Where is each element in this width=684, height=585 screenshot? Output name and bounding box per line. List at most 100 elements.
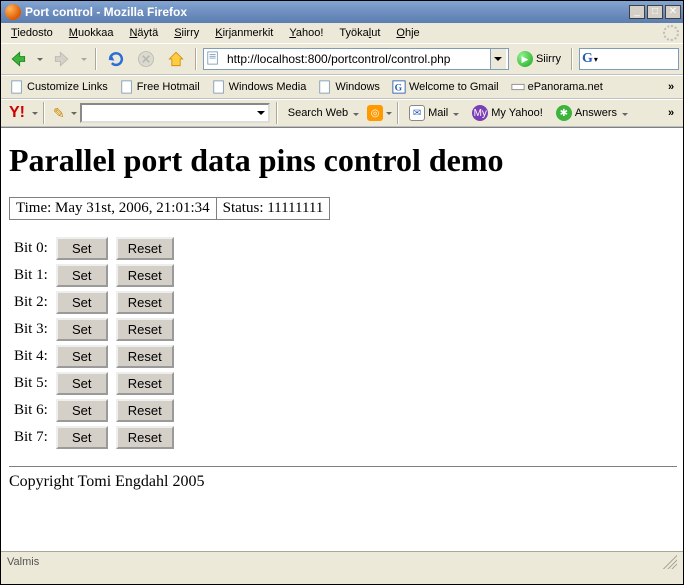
- target-icon[interactable]: ◎: [367, 105, 383, 121]
- go-label: Siirry: [536, 53, 561, 65]
- firefox-icon: [5, 4, 21, 20]
- search-box[interactable]: G▾: [579, 48, 679, 70]
- maximize-button[interactable]: □: [647, 5, 663, 19]
- copyright: Copyright Tomi Engdahl 2005: [9, 473, 677, 491]
- resize-grip-icon[interactable]: [663, 555, 677, 569]
- set-button-bit6[interactable]: Set: [56, 399, 108, 422]
- page-heading: Parallel port data pins control demo: [9, 142, 677, 179]
- reset-button-bit7[interactable]: Reset: [116, 426, 174, 449]
- reset-button-bit5[interactable]: Reset: [116, 372, 174, 395]
- toolbar-separator: [276, 102, 278, 124]
- bits-table: Bit 0:SetResetBit 1:SetResetBit 2:SetRes…: [9, 234, 179, 452]
- bit-label: Bit 3:: [11, 317, 51, 342]
- page-content: Parallel port data pins control demo Tim…: [1, 128, 683, 497]
- bit-label: Bit 5:: [11, 371, 51, 396]
- bit-label: Bit 1:: [11, 263, 51, 288]
- close-button[interactable]: ✕: [665, 5, 681, 19]
- set-button-bit5[interactable]: Set: [56, 372, 108, 395]
- yahoo-logo[interactable]: Y!: [5, 104, 29, 122]
- set-button-bit4[interactable]: Set: [56, 345, 108, 368]
- reset-button-bit0[interactable]: Reset: [116, 237, 174, 260]
- back-history-dropdown[interactable]: [35, 46, 45, 72]
- content-viewport[interactable]: Parallel port data pins control demo Tim…: [1, 127, 683, 551]
- page-icon: [120, 80, 134, 94]
- search-dropdown-icon[interactable]: ▾: [594, 55, 598, 64]
- bookmark-label: Windows Media: [229, 81, 307, 93]
- status-text: Valmis: [7, 556, 39, 568]
- yahoo-overflow[interactable]: »: [663, 107, 679, 119]
- bookmark-windows-media[interactable]: Windows Media: [207, 78, 312, 96]
- bit-label: Bit 2:: [11, 290, 51, 315]
- bookmark-free-hotmail[interactable]: Free Hotmail: [115, 78, 205, 96]
- toolbar-separator: [195, 48, 197, 70]
- pencil-icon[interactable]: ✎: [50, 105, 68, 122]
- back-button[interactable]: [5, 46, 31, 72]
- bit-label: Bit 6:: [11, 398, 51, 423]
- status-table: Time: May 31st, 2006, 21:01:34 Status: 1…: [9, 197, 330, 220]
- toolbar-separator: [571, 48, 573, 70]
- yahoo-my-yahoo[interactable]: My My Yahoo!: [467, 103, 548, 123]
- menu-yahoo[interactable]: Yahoo!: [283, 25, 329, 41]
- url-input[interactable]: [225, 50, 490, 68]
- go-icon: ▶: [517, 51, 533, 67]
- reload-button[interactable]: [103, 46, 129, 72]
- google-icon: G: [582, 51, 593, 67]
- status-bar: Valmis: [1, 551, 683, 571]
- minimize-button[interactable]: _: [629, 5, 645, 19]
- url-bar[interactable]: [203, 48, 509, 70]
- reset-button-bit6[interactable]: Reset: [116, 399, 174, 422]
- bookmark-gmail[interactable]: G Welcome to Gmail: [387, 78, 504, 96]
- bookmarks-overflow[interactable]: »: [663, 81, 679, 93]
- menu-ohje[interactable]: Ohje: [390, 25, 425, 41]
- go-button[interactable]: ▶ Siirry: [513, 49, 565, 69]
- yahoo-search-input[interactable]: [80, 103, 270, 123]
- yahoo-item-label: Search Web: [288, 107, 348, 119]
- yahoo-logo-dropdown[interactable]: [32, 112, 38, 115]
- stop-button[interactable]: [133, 46, 159, 72]
- home-button[interactable]: [163, 46, 189, 72]
- reset-button-bit2[interactable]: Reset: [116, 291, 174, 314]
- menu-siirry[interactable]: Siirry: [168, 25, 205, 41]
- bookmark-customize-links[interactable]: Customize Links: [5, 78, 113, 96]
- answers-icon: ✱: [556, 105, 572, 121]
- window-titlebar: Port control - Mozilla Firefox _ □ ✕: [1, 1, 683, 23]
- reset-button-bit4[interactable]: Reset: [116, 345, 174, 368]
- time-cell: Time: May 31st, 2006, 21:01:34: [10, 198, 217, 220]
- yahoo-item-label: Mail: [428, 107, 448, 119]
- bit-row: Bit 7:SetReset: [11, 425, 177, 450]
- menu-kirjanmerkit[interactable]: Kirjanmerkit: [209, 25, 279, 41]
- pencil-dropdown[interactable]: [71, 112, 77, 115]
- menu-nayta[interactable]: Näytä: [123, 25, 164, 41]
- nav-toolbar: ▶ Siirry G▾: [1, 43, 683, 75]
- reset-button-bit3[interactable]: Reset: [116, 318, 174, 341]
- bookmarks-toolbar: Customize Links Free Hotmail Windows Med…: [1, 75, 683, 99]
- menu-tiedosto[interactable]: Tiedosto: [5, 25, 59, 41]
- reset-button-bit1[interactable]: Reset: [116, 264, 174, 287]
- yahoo-toolbar: Y! ✎ Search Web ◎ ✉ Mail My My Yahoo! ✱ …: [1, 99, 683, 127]
- set-button-bit1[interactable]: Set: [56, 264, 108, 287]
- bookmark-epanorama[interactable]: ePanorama.net: [506, 78, 608, 96]
- menu-bar: Tiedosto Muokkaa Näytä Siirry Kirjanmerk…: [1, 23, 683, 43]
- status-cell: Status: 11111111: [216, 198, 330, 220]
- menu-muokkaa[interactable]: Muokkaa: [63, 25, 120, 41]
- set-button-bit7[interactable]: Set: [56, 426, 108, 449]
- set-button-bit3[interactable]: Set: [56, 318, 108, 341]
- bit-row: Bit 6:Set Reset: [11, 398, 177, 423]
- yahoo-search-dropdown[interactable]: [257, 111, 265, 115]
- forward-history-dropdown[interactable]: [79, 46, 89, 72]
- toolbar-separator: [95, 48, 97, 70]
- set-button-bit0[interactable]: Set: [56, 237, 108, 260]
- yahoo-search-web[interactable]: Search Web: [283, 105, 364, 121]
- toolbar-separator: [397, 102, 399, 124]
- target-dropdown[interactable]: [386, 112, 392, 115]
- yahoo-item-label: Answers: [575, 107, 617, 119]
- forward-button[interactable]: [49, 46, 75, 72]
- bookmark-windows[interactable]: Windows: [313, 78, 385, 96]
- set-button-bit2[interactable]: Set: [56, 291, 108, 314]
- yahoo-answers[interactable]: ✱ Answers: [551, 103, 633, 123]
- svg-text:G: G: [395, 83, 403, 94]
- url-history-dropdown[interactable]: [490, 49, 506, 69]
- bookmark-label: Free Hotmail: [137, 81, 200, 93]
- menu-tyokalut[interactable]: Työkalut: [333, 25, 386, 41]
- yahoo-mail[interactable]: ✉ Mail: [404, 103, 464, 123]
